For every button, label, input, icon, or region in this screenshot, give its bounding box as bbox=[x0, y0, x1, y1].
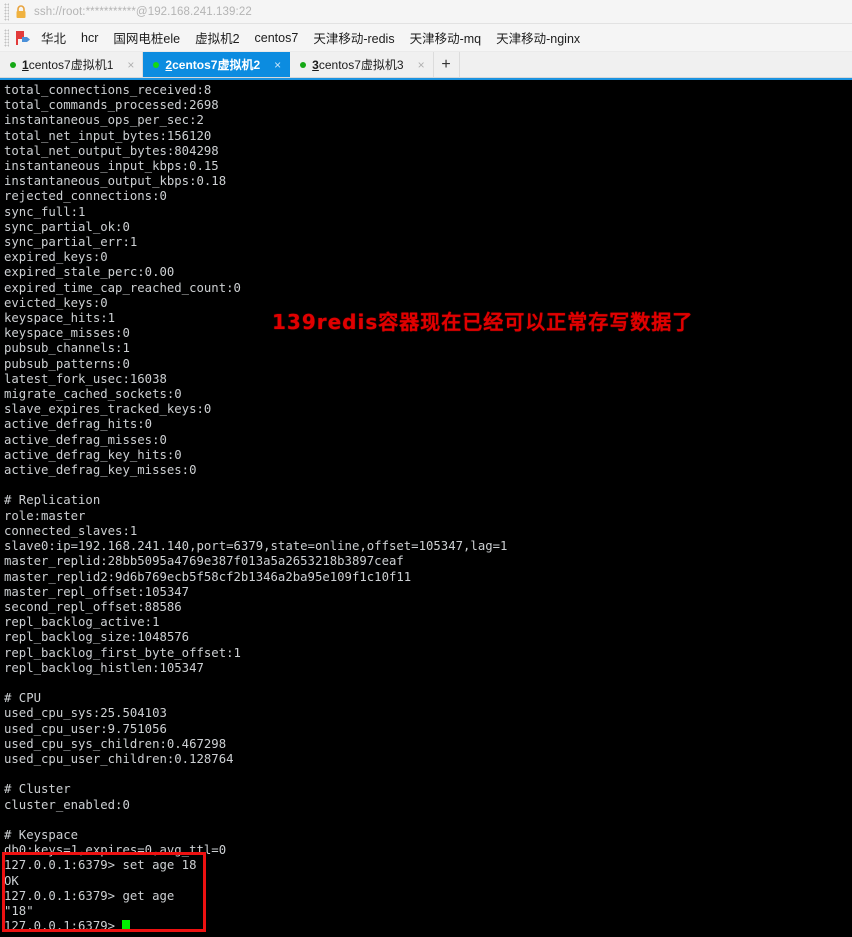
tab-close-icon-2[interactable]: × bbox=[272, 59, 283, 71]
terminal-line: db0:keys=1,expires=0,avg_ttl=0 bbox=[4, 843, 227, 858]
terminal-line: 127.0.0.1:6379> get age bbox=[4, 888, 175, 903]
terminal-line: active_defrag_hits:0 bbox=[4, 417, 153, 432]
terminal-line: slave_expires_tracked_keys:0 bbox=[4, 402, 212, 417]
tab-close-icon-1[interactable]: × bbox=[125, 59, 136, 71]
tab-label-1: 1centos7虚拟机1 bbox=[22, 56, 113, 73]
lock-icon bbox=[16, 4, 26, 18]
terminal-line: used_cpu_sys_children:0.467298 bbox=[4, 736, 227, 751]
terminal-line: total_commands_processed:2698 bbox=[4, 98, 219, 113]
terminal-line: repl_backlog_histlen:105347 bbox=[4, 660, 204, 675]
terminal-line: used_cpu_user:9.751056 bbox=[4, 721, 167, 736]
tab-title-2: centos7虚拟机2 bbox=[172, 58, 261, 72]
terminal-line: expired_keys:0 bbox=[4, 250, 108, 265]
terminal-line: expired_stale_perc:0.00 bbox=[4, 265, 175, 280]
tab-index-3: 3 bbox=[312, 58, 319, 72]
terminal-line: slave0:ip=192.168.241.140,port=6379,stat… bbox=[4, 539, 508, 554]
bookmarks-drag-grip-icon bbox=[4, 28, 9, 47]
bookmarks-bar: 华北 hcr 国网电桩ele 虚拟机2 centos7 天津移动-redis 天… bbox=[0, 24, 852, 52]
tab-status-dot-icon bbox=[300, 61, 307, 68]
tab-status-dot-icon bbox=[10, 61, 16, 68]
terminal-line: # Keyspace bbox=[4, 827, 79, 842]
tab-status-dot-icon bbox=[153, 61, 160, 68]
terminal-line: instantaneous_ops_per_sec:2 bbox=[4, 113, 204, 128]
new-tab-button[interactable]: + bbox=[433, 52, 460, 77]
terminal-line: total_net_input_bytes:156120 bbox=[4, 128, 212, 143]
terminal-line: instantaneous_input_kbps:0.15 bbox=[4, 159, 219, 174]
terminal-line: cluster_enabled:0 bbox=[4, 797, 130, 812]
terminal-line: OK bbox=[4, 873, 19, 888]
terminal-line: total_net_output_bytes:804298 bbox=[4, 143, 219, 158]
terminal-line: migrate_cached_sockets:0 bbox=[4, 387, 182, 402]
terminal-line: used_cpu_sys:25.504103 bbox=[4, 706, 167, 721]
terminal-line: "18" bbox=[4, 903, 34, 918]
terminal-line: master_replid:28bb5095a4769e387f013a5a26… bbox=[4, 554, 404, 569]
bookmark-item-5[interactable]: 天津移动-redis bbox=[313, 26, 403, 49]
terminal-line: master_replid2:9d6b769ecb5f58cf2b1346a2b… bbox=[4, 569, 412, 584]
bookmark-item-1[interactable]: hcr bbox=[81, 29, 107, 47]
tab-centos7-vm-2[interactable]: 2centos7虚拟机2 × bbox=[143, 52, 291, 77]
bookmark-item-0[interactable]: 华北 bbox=[41, 26, 75, 49]
terminal-line: 127.0.0.1:6379> set age 18 bbox=[4, 858, 197, 873]
flag-icon[interactable] bbox=[15, 30, 31, 46]
terminal-line: active_defrag_misses:0 bbox=[4, 432, 167, 447]
terminal-line: used_cpu_user_children:0.128764 bbox=[4, 751, 234, 766]
terminal-app-window: ssh://root:***********@192.168.241.139:2… bbox=[0, 0, 852, 937]
terminal-line: connected_slaves:1 bbox=[4, 523, 138, 538]
terminal-cursor bbox=[122, 920, 131, 933]
terminal-line: repl_backlog_active:1 bbox=[4, 615, 160, 630]
terminal-line: expired_time_cap_reached_count:0 bbox=[4, 280, 241, 295]
tab-close-icon-3[interactable]: × bbox=[416, 59, 427, 71]
bookmark-item-7[interactable]: 天津移动-nginx bbox=[496, 26, 589, 49]
terminal-line: repl_backlog_first_byte_offset:1 bbox=[4, 645, 241, 660]
bookmark-item-6[interactable]: 天津移动-mq bbox=[410, 26, 491, 49]
terminal-line: rejected_connections:0 bbox=[4, 189, 167, 204]
terminal-line: sync_partial_err:1 bbox=[4, 235, 138, 250]
terminal-line: pubsub_channels:1 bbox=[4, 341, 130, 356]
terminal-line: sync_full:1 bbox=[4, 204, 86, 219]
bookmark-item-4[interactable]: centos7 bbox=[255, 29, 308, 47]
window-title: ssh://root:***********@192.168.241.139:2… bbox=[34, 5, 252, 18]
terminal-line: role:master bbox=[4, 508, 86, 523]
terminal-line: # Replication bbox=[4, 493, 101, 508]
terminal-output: total_connections_received:8 total_comman… bbox=[0, 80, 852, 937]
tab-title-3: centos7虚拟机3 bbox=[318, 58, 404, 72]
tab-centos7-vm-3[interactable]: 3centos7虚拟机3 × bbox=[290, 52, 434, 77]
terminal-line: master_repl_offset:105347 bbox=[4, 584, 190, 599]
terminal-line: second_repl_offset:88586 bbox=[4, 599, 182, 614]
terminal-line: sync_partial_ok:0 bbox=[4, 219, 130, 234]
terminal-line: instantaneous_output_kbps:0.18 bbox=[4, 174, 227, 189]
terminal-line: # Cluster bbox=[4, 782, 71, 797]
terminal-line: active_defrag_key_hits:0 bbox=[4, 447, 182, 462]
terminal-line: 127.0.0.1:6379> bbox=[4, 919, 852, 934]
bookmark-item-2[interactable]: 国网电桩ele bbox=[113, 26, 189, 49]
bookmark-item-3[interactable]: 虚拟机2 bbox=[195, 26, 248, 49]
window-titlebar: ssh://root:***********@192.168.241.139:2… bbox=[0, 0, 852, 24]
tab-index-1: 1 bbox=[22, 58, 29, 72]
drag-grip-icon bbox=[4, 2, 9, 21]
tab-label-2: 2centos7虚拟机2 bbox=[165, 56, 260, 73]
tab-centos7-vm-1[interactable]: 1centos7虚拟机1 × bbox=[0, 52, 144, 77]
annotation-note: 139redis容器现在已经可以正常存写数据了 bbox=[272, 310, 694, 334]
terminal-pane[interactable]: total_connections_received:8 total_comman… bbox=[0, 78, 852, 937]
terminal-line: latest_fork_usec:16038 bbox=[4, 371, 167, 386]
terminal-line: active_defrag_key_misses:0 bbox=[4, 463, 197, 478]
terminal-line: pubsub_patterns:0 bbox=[4, 356, 130, 371]
terminal-line: repl_backlog_size:1048576 bbox=[4, 630, 190, 645]
tab-strip: 1centos7虚拟机1 × 2centos7虚拟机2 × 3centos7虚拟… bbox=[0, 52, 852, 78]
terminal-line: total_connections_received:8 bbox=[4, 83, 212, 97]
tab-strip-filler bbox=[459, 52, 852, 77]
tab-title-1: centos7虚拟机1 bbox=[28, 58, 114, 72]
tab-label-3: 3centos7虚拟机3 bbox=[312, 56, 403, 73]
terminal-line: # CPU bbox=[4, 691, 42, 706]
